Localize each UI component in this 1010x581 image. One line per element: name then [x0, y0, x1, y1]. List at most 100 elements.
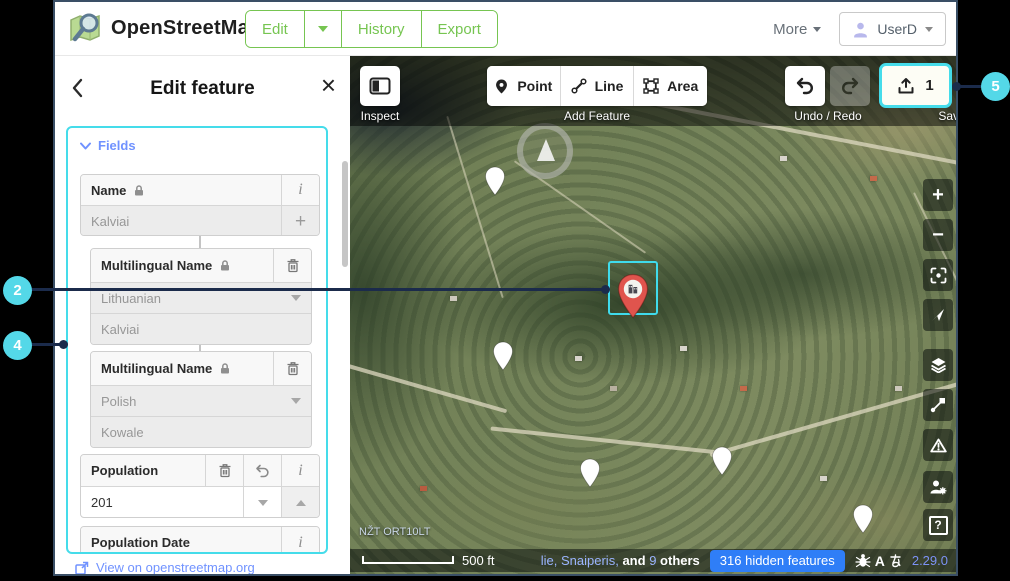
view-on-osm-link[interactable]: View on openstreetmap.org	[75, 560, 255, 575]
hidden-features-button[interactable]: 316 hidden features	[710, 550, 845, 572]
field-label: Population Date	[91, 535, 190, 550]
map-marker[interactable]	[484, 166, 506, 196]
field-info-button[interactable]: i	[281, 455, 319, 486]
annotation-dot-2	[601, 285, 610, 294]
field-label: Population	[91, 463, 158, 478]
undo-button[interactable]	[785, 66, 825, 106]
version-label[interactable]: 2.29.0	[912, 553, 948, 568]
contributors[interactable]: lie, Snaiperis, and 9 others	[541, 553, 700, 568]
more-menu[interactable]: More	[773, 21, 821, 38]
sidebar-scrollbar[interactable]	[342, 161, 348, 267]
issue-language-buttons[interactable]: A	[855, 553, 902, 569]
annotation-badge-2: 2	[3, 276, 32, 305]
map-marker[interactable]	[852, 504, 874, 534]
user-account-button[interactable]: UserD	[839, 12, 946, 46]
fields-section-label: Fields	[98, 138, 136, 153]
redo-icon	[840, 77, 860, 95]
area-icon	[643, 78, 659, 94]
card-connector	[199, 236, 201, 248]
field-card-population-date: Population Date i	[80, 526, 320, 554]
redo-button[interactable]	[830, 66, 870, 106]
issues-button[interactable]	[923, 429, 953, 461]
annotation-dot-4	[59, 340, 68, 349]
layers-button[interactable]	[923, 349, 953, 381]
map-marker[interactable]	[492, 341, 514, 371]
undo-icon	[255, 464, 270, 478]
field-card-name: Name i Kalviai +	[80, 174, 320, 236]
add-area-button[interactable]: Area	[634, 66, 707, 106]
stepper-down-button[interactable]	[243, 487, 281, 518]
edit-dropdown-button[interactable]	[305, 11, 342, 47]
point-label: Point	[517, 78, 552, 94]
hiragana-a-icon	[889, 554, 902, 568]
add-point-button[interactable]: Point	[487, 66, 561, 106]
delete-field-button[interactable]	[273, 249, 311, 282]
navigation-arrow-icon	[930, 307, 946, 323]
trash-icon	[286, 258, 300, 273]
selected-map-marker[interactable]	[616, 273, 650, 319]
more-label: More	[773, 21, 807, 38]
brand[interactable]: OpenStreetMap	[67, 10, 261, 46]
close-icon[interactable]: ×	[321, 72, 336, 98]
add-feature-group: Point Line Area	[487, 66, 707, 106]
geolocate-button[interactable]	[923, 299, 953, 331]
lock-icon	[133, 184, 145, 197]
info-icon: i	[298, 534, 302, 552]
lock-icon	[219, 362, 231, 375]
field-info-button[interactable]: i	[281, 175, 319, 205]
revert-field-button[interactable]	[243, 455, 281, 486]
contrib-and: and	[622, 553, 645, 568]
upload-icon	[897, 77, 915, 95]
fields-panel: Fields Name i Kalviai +	[66, 126, 328, 554]
name-input[interactable]: Kalviai	[81, 206, 281, 236]
map-status-bar: 500 ft lie, Snaiperis, and 9 others 316 …	[350, 549, 956, 572]
edit-button[interactable]: Edit	[246, 11, 305, 47]
delete-field-button[interactable]	[273, 352, 311, 385]
preferences-button[interactable]	[923, 471, 953, 503]
map-data-button[interactable]	[923, 389, 953, 421]
field-info-button[interactable]: i	[281, 527, 319, 554]
frame-focus-icon	[930, 267, 947, 284]
history-button[interactable]: History	[342, 11, 422, 47]
top-header: OpenStreetMap Edit History Export More U…	[55, 2, 956, 56]
field-card-multilingual-1: Multilingual Name Lithuanian Kalviai	[90, 248, 312, 345]
bug-icon	[855, 553, 871, 568]
population-input[interactable]: 201	[81, 487, 243, 518]
map-house	[820, 476, 827, 481]
add-line-button[interactable]: Line	[561, 66, 635, 106]
map-marker[interactable]	[579, 458, 601, 488]
sidebar-header: Edit feature ×	[55, 56, 350, 122]
field-card-multilingual-2: Multilingual Name Polish Kowale	[90, 351, 312, 448]
localized-name-input[interactable]: Kowale	[91, 417, 311, 447]
trash-icon	[218, 463, 232, 478]
help-button[interactable]: ?	[923, 509, 953, 541]
external-link-icon	[75, 561, 89, 575]
map-marker[interactable]	[711, 446, 733, 476]
imagery-attribution[interactable]: NŽT ORT10LT	[359, 526, 431, 538]
inspect-button[interactable]	[360, 66, 400, 106]
map-canvas[interactable]: Inspect Point Line Area Add Feature	[350, 56, 956, 574]
contributor-names[interactable]: lie, Snaiperis,	[541, 553, 619, 568]
zoom-to-selection-button[interactable]	[923, 259, 953, 291]
annotation-line-2	[30, 288, 607, 291]
stepper-up-button[interactable]	[281, 487, 319, 518]
map-circular-structure	[517, 123, 573, 179]
map-house	[420, 486, 427, 491]
contrib-others: others	[660, 553, 700, 568]
field-label: Multilingual Name	[101, 258, 212, 273]
fields-section-toggle[interactable]: Fields	[80, 138, 136, 153]
contrib-count[interactable]: 9	[649, 553, 656, 568]
language-select[interactable]: Polish	[91, 386, 291, 416]
save-button[interactable]: 1	[879, 63, 952, 108]
info-icon: i	[298, 181, 302, 199]
localized-name-input[interactable]: Kalviai	[91, 314, 311, 344]
chevron-down-icon	[318, 26, 328, 32]
point-pin-icon	[494, 78, 509, 95]
export-button[interactable]: Export	[422, 11, 497, 47]
delete-field-button[interactable]	[205, 455, 243, 486]
zoom-in-button[interactable]: +	[923, 179, 953, 211]
user-avatar-icon	[852, 21, 869, 38]
add-value-button[interactable]: +	[281, 206, 319, 236]
zoom-out-button[interactable]: −	[923, 219, 953, 251]
area-label: Area	[667, 78, 698, 94]
